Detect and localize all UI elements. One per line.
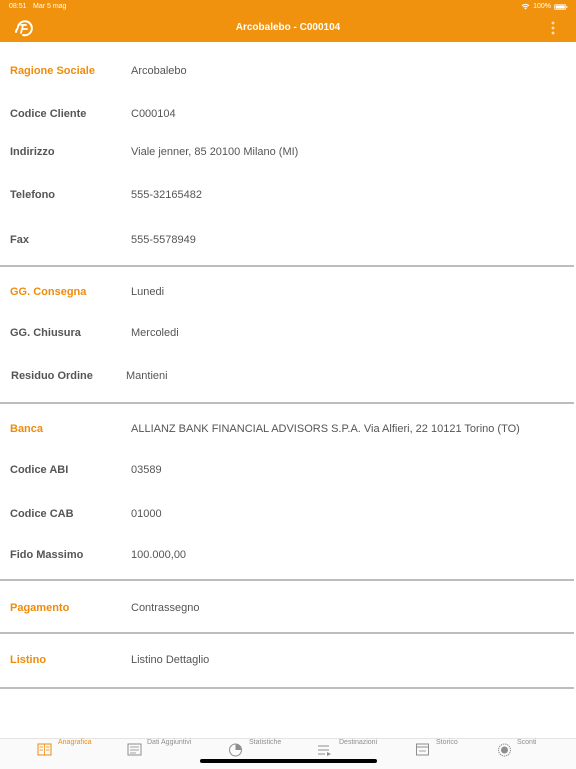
banca-value: ALLIANZ BANK FINANCIAL ADVISORS S.P.A. V…: [131, 423, 520, 435]
codice-abi-value: 03589: [131, 464, 162, 476]
telefono-value: 555-32165482: [131, 189, 202, 201]
battery-percent: 100%: [533, 3, 551, 10]
tab-label: Statistiche: [249, 739, 282, 746]
pagamento-row: Pagamento Contrassegno: [0, 599, 576, 619]
gg-chiusura-label: GG. Chiusura: [10, 327, 81, 339]
pie-chart-icon: [229, 743, 242, 757]
gg-consegna-row: GG. Consegna Lunedi: [0, 283, 576, 303]
tab-label: Storico: [436, 739, 458, 746]
gg-consegna-value: Lunedi: [131, 286, 165, 298]
telefono-label: Telefono: [10, 189, 56, 201]
indirizzo-value: Viale jenner, 85 20100 Milano (MI): [131, 146, 299, 158]
section-divider: [0, 265, 574, 267]
banca-label: Banca: [10, 423, 44, 435]
codice-cliente-value: C000104: [131, 108, 176, 120]
codice-abi-row: Codice ABI 03589: [0, 461, 576, 481]
fax-label: Fax: [10, 234, 29, 246]
codice-cab-label: Codice CAB: [10, 508, 74, 520]
storico-icon: [416, 743, 429, 756]
app-screen: 08:51 Mar 5 mag 100% Arcobalebo - C00010…: [0, 0, 576, 769]
anagrafica-content: Ragione Sociale Arcobalebo Codice Client…: [0, 42, 576, 738]
tab-label: Destinazioni: [339, 739, 378, 746]
tab-statistiche[interactable]: Statistiche: [222, 739, 292, 769]
section-divider: [0, 402, 574, 404]
indirizzo-label: Indirizzo: [10, 146, 55, 158]
banca-row: Banca ALLIANZ BANK FINANCIAL ADVISORS S.…: [0, 420, 576, 440]
residuo-ordine-value: Mantieni: [126, 370, 168, 382]
indirizzo-row: Indirizzo Viale jenner, 85 20100 Milano …: [0, 143, 576, 163]
codice-abi-label: Codice ABI: [10, 464, 69, 476]
destinazioni-icon: [318, 745, 331, 756]
ragione-sociale-label: Ragione Sociale: [10, 65, 95, 77]
telefono-row: Telefono 555-32165482: [0, 186, 576, 206]
fido-massimo-label: Fido Massimo: [10, 549, 84, 561]
listino-label: Listino: [10, 654, 47, 666]
tab-dati-aggiuntivi[interactable]: Dati Aggiuntivi: [120, 739, 205, 769]
codice-cliente-row: Codice Cliente C000104: [0, 105, 576, 125]
section-divider: [0, 632, 574, 634]
fido-massimo-row: Fido Massimo 100.000,00: [0, 546, 576, 566]
ragione-sociale-value: Arcobalebo: [131, 65, 187, 77]
tab-destinazioni[interactable]: Destinazioni: [312, 739, 392, 769]
gg-consegna-label: GG. Consegna: [10, 286, 87, 298]
codice-cab-row: Codice CAB 01000: [0, 505, 576, 525]
residuo-ordine-label: Residuo Ordine: [11, 370, 93, 382]
battery-icon: [554, 3, 568, 10]
status-bar: 08:51 Mar 5 mag 100%: [0, 0, 576, 14]
residuo-ordine-row: Residuo Ordine Mantieni: [0, 367, 576, 387]
codice-cliente-label: Codice Cliente: [10, 108, 87, 120]
codice-cab-value: 01000: [131, 508, 162, 520]
tab-anagrafica[interactable]: Anagrafica: [30, 739, 110, 769]
more-vertical-icon[interactable]: [546, 20, 560, 36]
pagamento-label: Pagamento: [10, 602, 70, 614]
tab-sconti[interactable]: Sconti: [491, 739, 551, 769]
home-indicator: [200, 759, 377, 763]
status-date: Mar 5 mag: [33, 3, 67, 10]
tab-label: Sconti: [517, 739, 537, 746]
gg-chiusura-row: GG. Chiusura Mercoledi: [0, 324, 576, 344]
tab-label: Anagrafica: [58, 739, 92, 746]
listino-value: Listino Dettaglio: [131, 654, 210, 666]
ragione-sociale-row: Ragione Sociale Arcobalebo: [0, 62, 576, 82]
tab-bar: Anagrafica Dati Aggiuntivi Statistiche D…: [0, 738, 576, 769]
nav-bar: Arcobalebo - C000104: [0, 14, 576, 42]
sconti-icon: [498, 743, 511, 757]
status-time: 08:51: [9, 3, 27, 10]
tab-label: Dati Aggiuntivi: [147, 739, 192, 746]
anagrafica-icon: [37, 743, 52, 756]
page-title: Arcobalebo - C000104: [235, 22, 341, 33]
wifi-icon: [521, 3, 530, 10]
fido-massimo-value: 100.000,00: [131, 549, 187, 561]
tab-storico[interactable]: Storico: [410, 739, 475, 769]
fax-row: Fax 555-5578949: [0, 231, 576, 251]
app-logo-icon[interactable]: [12, 17, 34, 39]
fax-value: 555-5578949: [131, 234, 196, 246]
dati-aggiuntivi-icon: [127, 743, 142, 756]
listino-row: Listino Listino Dettaglio: [0, 651, 576, 671]
status-indicators: 100%: [521, 3, 568, 10]
section-divider: [0, 579, 574, 581]
section-divider: [0, 687, 574, 689]
pagamento-value: Contrassegno: [131, 602, 200, 614]
gg-chiusura-value: Mercoledi: [131, 327, 179, 339]
